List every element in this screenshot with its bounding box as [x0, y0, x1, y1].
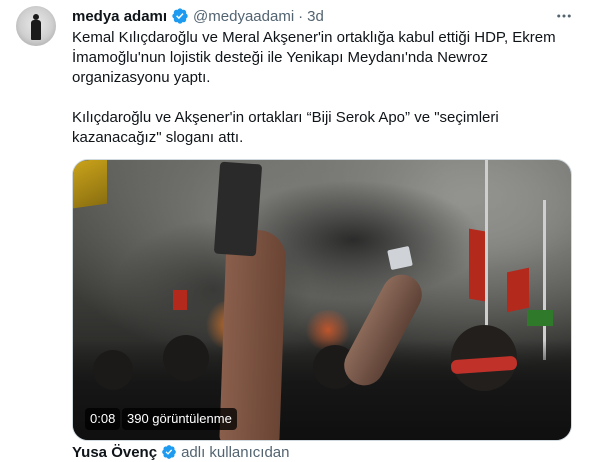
- flag-red: [469, 228, 485, 302]
- verified-badge-icon: [161, 444, 177, 460]
- avatar-figure-body: [31, 20, 41, 40]
- tweet-header: medya adamı @medyaadami · 3d: [72, 6, 324, 26]
- flag-pole: [543, 200, 546, 360]
- flag-yellow: [73, 160, 107, 209]
- author-handle[interactable]: @medyaadami: [193, 8, 294, 25]
- author-avatar[interactable]: [16, 6, 56, 46]
- crowd-head: [163, 335, 209, 381]
- flag-green: [527, 310, 553, 326]
- tweet[interactable]: medya adamı @medyaadami · 3d Kemal Kılıç…: [0, 0, 600, 461]
- tweet-text: Kemal Kılıçdaroğlu ve Meral Akşener'in o…: [72, 28, 577, 148]
- crowd-head: [93, 350, 133, 390]
- author-name[interactable]: medya adamı: [72, 8, 167, 25]
- next-author-handle[interactable]: adlı kullanıcıdan: [181, 444, 289, 461]
- flag-red: [173, 290, 187, 310]
- tweet-paragraph-1: Kemal Kılıçdaroğlu ve Meral Akşener'in o…: [72, 29, 556, 86]
- next-author-name[interactable]: Yusa Övenç: [72, 444, 157, 461]
- video-player[interactable]: 0:08 390 görüntülenme: [72, 159, 572, 441]
- verified-badge-icon: [171, 7, 189, 25]
- video-duration: 0:08: [85, 408, 121, 430]
- tweet-timestamp[interactable]: 3d: [307, 8, 324, 25]
- tweet-paragraph-2: Kılıçdaroğlu ve Akşener'in ortakları “Bi…: [72, 109, 499, 146]
- more-icon[interactable]: [552, 6, 576, 26]
- separator-dot: ·: [298, 7, 304, 25]
- next-tweet-header[interactable]: Yusa Övenç adlı kullanıcıdan: [72, 442, 289, 462]
- video-views: 390 görüntülenme: [122, 408, 237, 430]
- raised-phone: [213, 161, 263, 257]
- flag-red: [507, 267, 529, 313]
